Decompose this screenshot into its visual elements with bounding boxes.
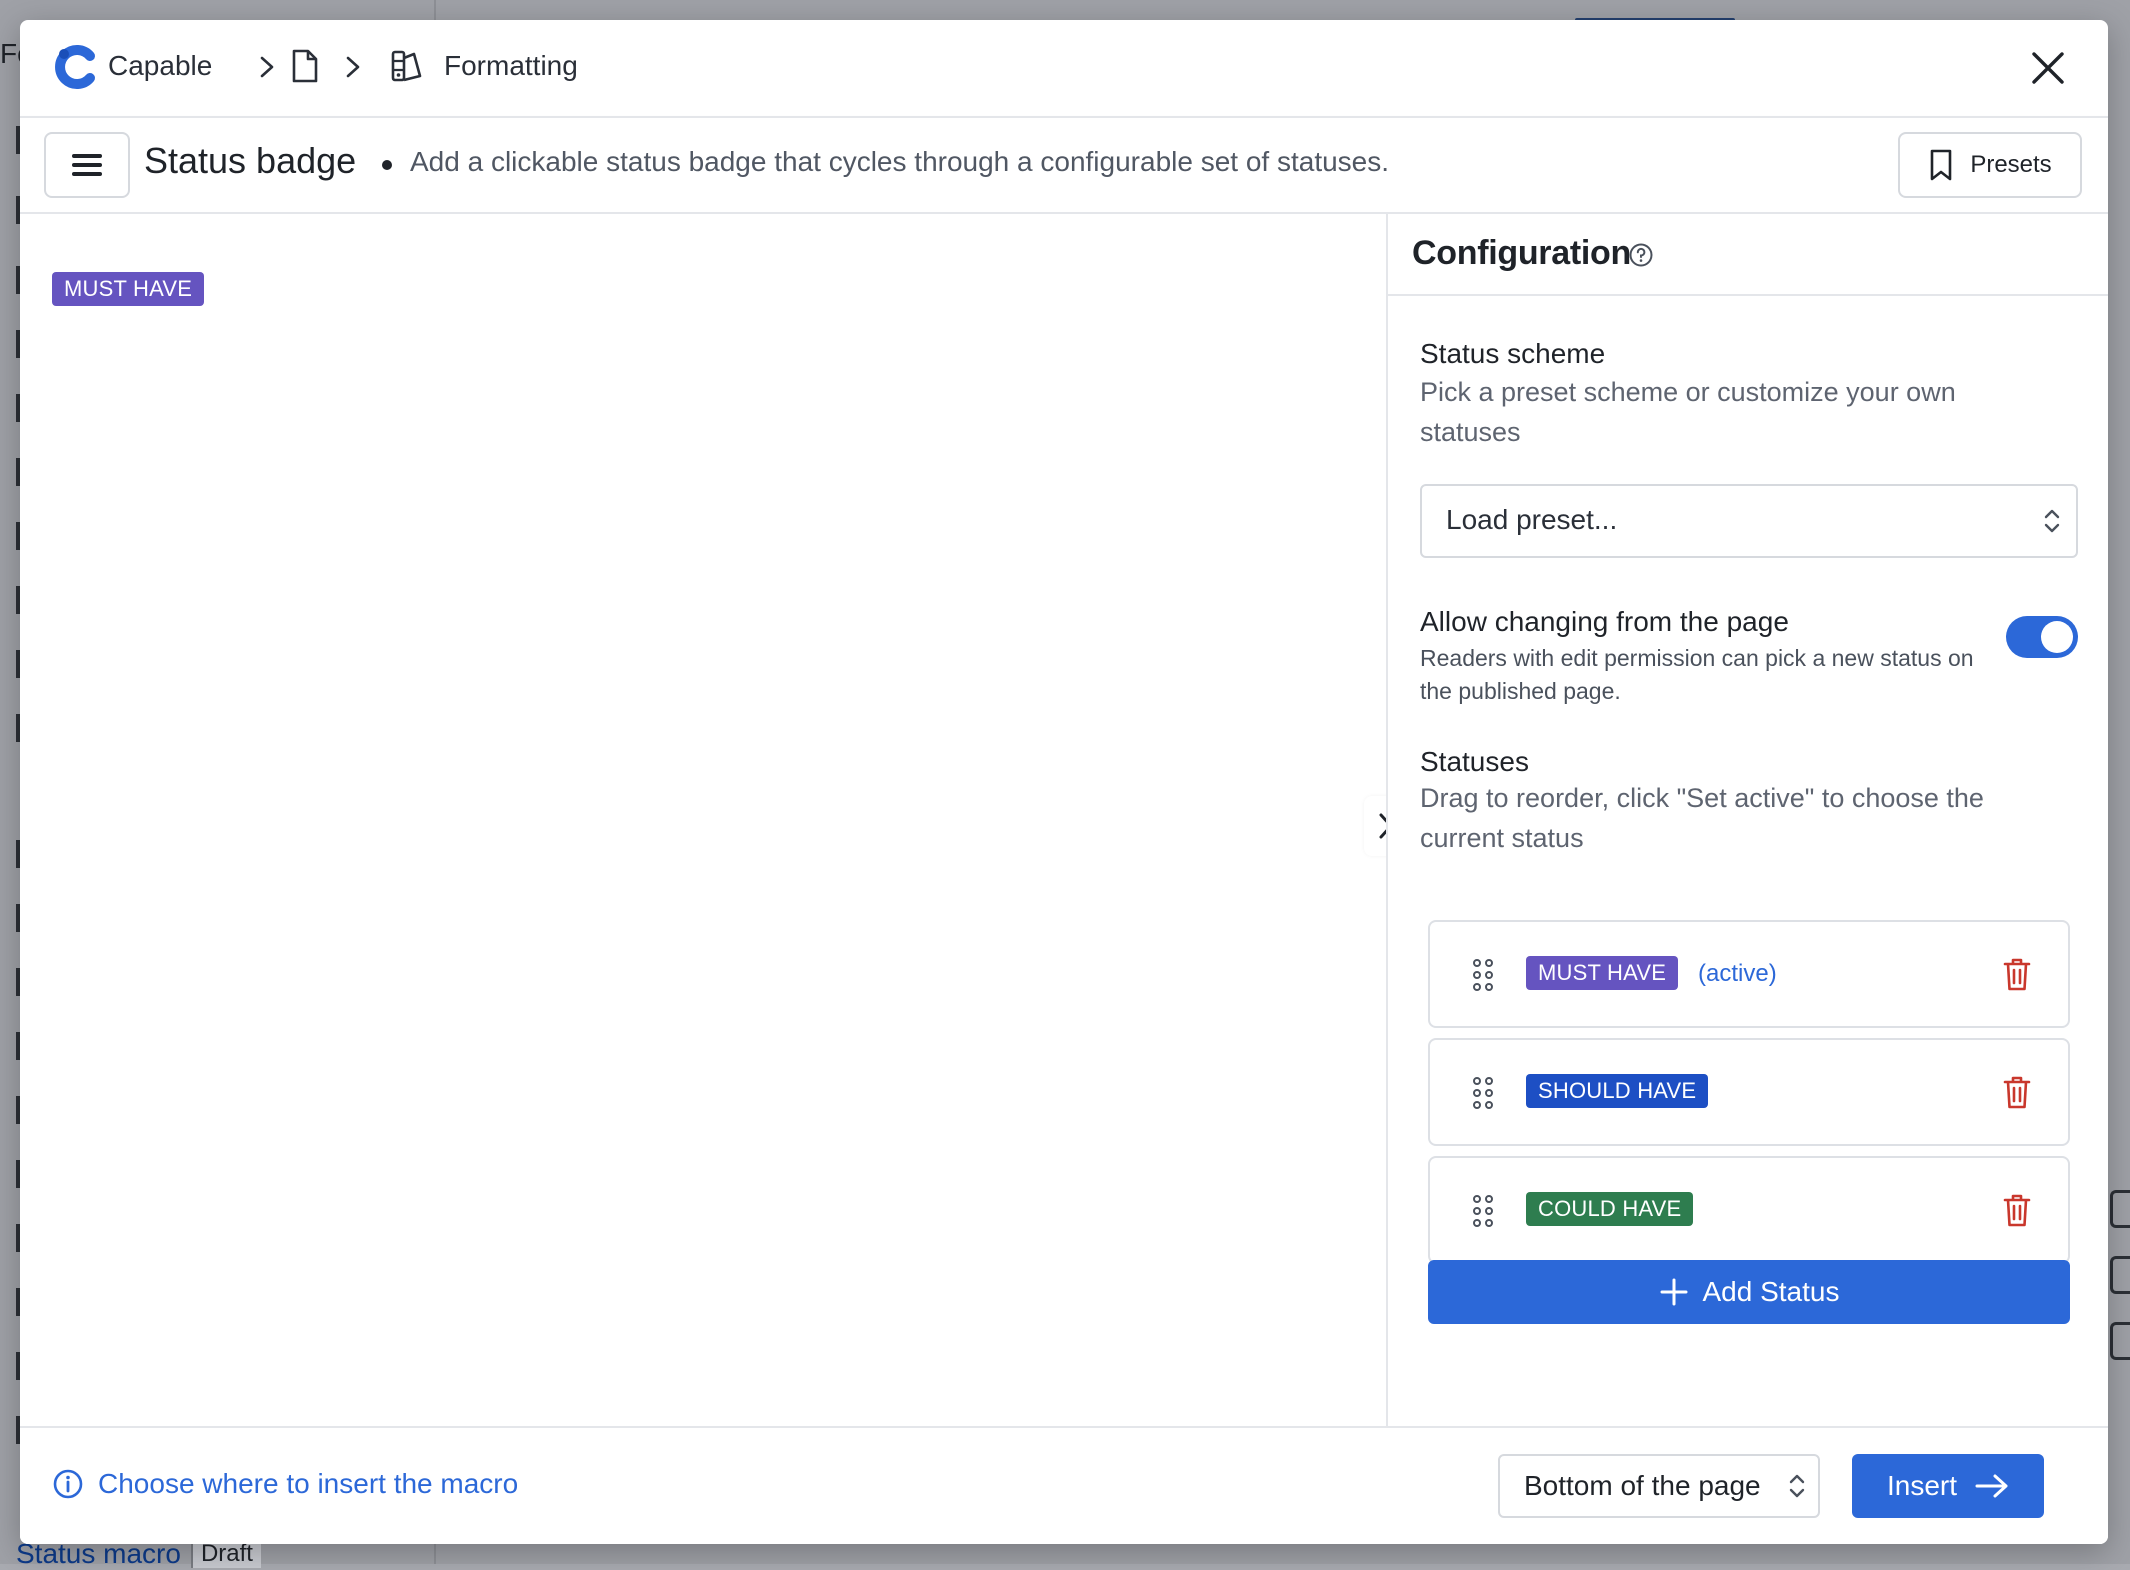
menu-button[interactable] (44, 132, 130, 198)
status-scheme-description: Pick a preset scheme or customize your o… (1420, 377, 1956, 447)
status-scheme-label: Status scheme (1420, 338, 1606, 369)
status-badge[interactable]: MUST HAVE (1526, 956, 1679, 990)
dialog-topbar: Capable Formatting (20, 20, 2108, 118)
page-document-icon[interactable] (290, 48, 320, 84)
insert-location-help-text: Choose where to insert the macro (98, 1468, 519, 1499)
insert-label: Insert (1886, 1470, 1958, 1501)
macro-title: Status badge (144, 140, 357, 181)
trash-icon[interactable] (2002, 956, 2032, 992)
insert-position-select[interactable]: Bottom of the page (1498, 1454, 1820, 1518)
info-icon (53, 1469, 83, 1499)
status-badge[interactable]: COULD HAVE (1526, 1192, 1694, 1226)
insert-location-help-link[interactable]: Choose where to insert the macro (52, 1468, 518, 1500)
close-icon[interactable] (2026, 46, 2070, 90)
status-row[interactable]: SHOULD HAVE (1428, 1038, 2070, 1146)
status-row[interactable]: COULD HAVE (1428, 1156, 2070, 1264)
toggle-knob (2041, 621, 2073, 653)
configuration-panel: Configuration Status scheme Pick a prese… (1386, 214, 2108, 1428)
help-icon[interactable] (1628, 242, 1654, 268)
configuration-title: Configuration (1412, 234, 1631, 272)
drag-handle-icon[interactable] (1472, 1194, 1494, 1228)
chevron-right-icon (260, 56, 274, 78)
statuses-label: Statuses (1420, 746, 1529, 777)
preset-select-value: Load preset... (1446, 504, 1618, 535)
background-panel-icon (2110, 1322, 2130, 1360)
presets-button[interactable]: Presets (1898, 132, 2082, 198)
preset-select[interactable]: Load preset... (1420, 484, 2078, 558)
macro-description: Add a clickable status badge that cycles… (410, 146, 1390, 177)
breadcrumb-app[interactable]: Capable (108, 50, 212, 82)
arrow-right-icon (1975, 1474, 2008, 1498)
allow-change-label: Allow changing from the page (1420, 606, 1789, 637)
allow-change-toggle[interactable] (2006, 616, 2078, 658)
trash-icon[interactable] (2002, 1192, 2032, 1228)
breadcrumb-section[interactable]: Formatting (444, 50, 578, 82)
bookmark-icon (1931, 149, 1952, 181)
plus-icon (1660, 1278, 1687, 1306)
formatting-palette-icon (391, 50, 422, 82)
dialog-footer: Choose where to insert the macro Bottom … (20, 1426, 2108, 1544)
allow-change-description: Readers with edit permission can pick a … (1420, 645, 1974, 704)
trash-icon[interactable] (2002, 1074, 2032, 1110)
statuses-description: Drag to reorder, click "Set active" to c… (1420, 783, 1984, 853)
background-info-icon (2110, 1256, 2130, 1294)
drag-handle-icon[interactable] (1472, 1076, 1494, 1110)
status-list: MUST HAVE (active) SHOULD HAVE COULD HAV… (1428, 920, 2070, 1274)
macro-header: Status badge Add a clickable status badg… (20, 116, 2108, 214)
active-indicator: (active) (1698, 960, 1777, 987)
macro-preview: MUST HAVE (20, 214, 1386, 1428)
hamburger-icon (72, 154, 102, 176)
insert-position-value: Bottom of the page (1524, 1470, 1761, 1501)
select-updown-icon (1789, 1474, 1805, 1498)
insert-button[interactable]: Insert (1852, 1454, 2044, 1518)
presets-label: Presets (1970, 151, 2052, 178)
background-comment-icon (2110, 1190, 2130, 1228)
add-status-button[interactable]: Add Status (1428, 1260, 2070, 1324)
chevron-right-icon (346, 56, 360, 78)
macro-dialog: Capable Formatting Status badge Add a cl… (20, 20, 2108, 1544)
status-badge[interactable]: SHOULD HAVE (1526, 1074, 1709, 1108)
add-status-label: Add Status (1702, 1276, 1840, 1307)
title-separator-dot (382, 160, 392, 170)
status-row[interactable]: MUST HAVE (active) (1428, 920, 2070, 1028)
select-updown-icon (2044, 509, 2060, 533)
drag-handle-icon[interactable] (1472, 958, 1494, 992)
preview-status-badge[interactable]: MUST HAVE (52, 272, 205, 306)
background-right-toolbar (2110, 1190, 2130, 1388)
configuration-header: Configuration (1388, 214, 2108, 296)
capable-logo-icon (55, 45, 95, 89)
